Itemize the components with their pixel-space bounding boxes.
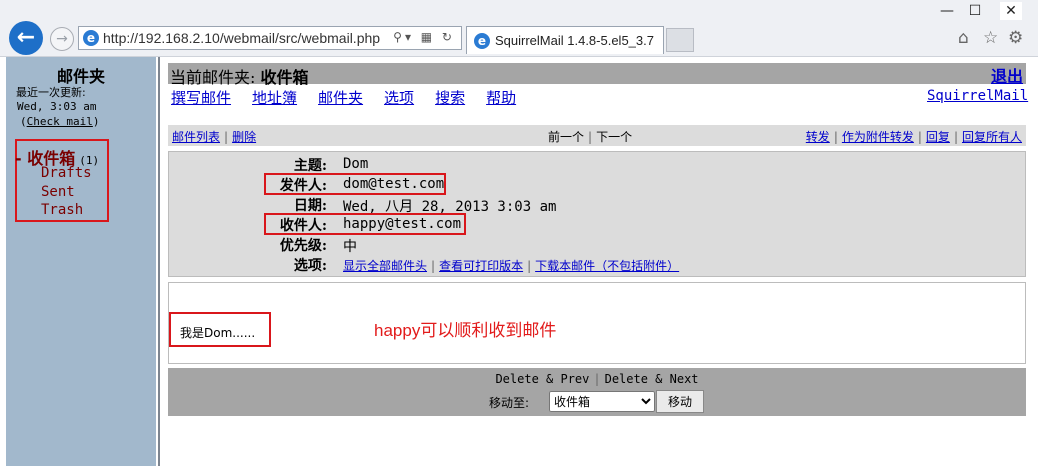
ie-tab-icon: e bbox=[474, 33, 490, 49]
close-icon[interactable]: ✕ bbox=[1000, 2, 1022, 20]
current-folder: 当前邮件夹: 收件箱 bbox=[170, 64, 309, 88]
back-arrow-icon[interactable]: ← bbox=[9, 21, 43, 55]
toolbar-right: 转发 | 作为附件转发 | 回复 | 回复所有人 bbox=[806, 128, 1022, 145]
header-options: 显示全部邮件头 | 查看可打印版本 | 下载本邮件（不包括附件） bbox=[343, 257, 679, 274]
browser-chrome: — ☐ ✕ ← → e http://192.168.2.10/webmail/… bbox=[0, 0, 1038, 57]
home-icon[interactable]: ⌂ bbox=[958, 28, 969, 48]
separator: | bbox=[917, 130, 922, 144]
new-tab-button[interactable] bbox=[666, 28, 694, 52]
ie-page-icon: e bbox=[83, 30, 99, 46]
separator: | bbox=[593, 372, 601, 386]
folder-trash[interactable]: Trash bbox=[41, 202, 83, 218]
nav-folders[interactable]: 邮件夹 bbox=[318, 89, 363, 107]
options-label: 选项: bbox=[293, 258, 327, 274]
minimize-icon[interactable]: — bbox=[936, 2, 958, 20]
browser-tab[interactable]: e SquirrelMail 1.4.8-5.el5_3.7 bbox=[466, 26, 664, 54]
annotation-text: happy可以顺利收到邮件 bbox=[374, 321, 557, 340]
nav-search[interactable]: 搜索 bbox=[435, 89, 465, 107]
to-value: happy@test.com bbox=[343, 216, 462, 232]
message-list-link[interactable]: 邮件列表 bbox=[172, 130, 220, 144]
move-to-select[interactable]: 收件箱 bbox=[549, 391, 655, 412]
from-label: 发件人: bbox=[279, 178, 327, 194]
nav-compose[interactable]: 撰写邮件 bbox=[171, 89, 231, 107]
current-folder-label: 当前邮件夹: bbox=[170, 68, 256, 87]
folder-sent[interactable]: Sent bbox=[41, 184, 75, 200]
bottom-toolbar: Delete & Prev | Delete & Next 移动至: 收件箱 移动 bbox=[168, 368, 1026, 416]
toolbar-left: 邮件列表 | 删除 bbox=[172, 128, 256, 145]
subject-value: Dom bbox=[343, 156, 369, 172]
separator: | bbox=[588, 130, 593, 144]
pane-divider[interactable] bbox=[158, 57, 160, 466]
forward-link[interactable]: 转发 bbox=[806, 130, 830, 144]
forward-arrow-icon[interactable]: → bbox=[50, 27, 74, 51]
move-button[interactable]: 移动 bbox=[656, 390, 704, 413]
logout-link[interactable]: 退出 bbox=[991, 63, 1023, 87]
body-text: 我是Dom...... bbox=[180, 326, 256, 340]
move-to-label: 移动至: bbox=[489, 396, 530, 410]
last-update-label: 最近一次更新: bbox=[16, 86, 86, 99]
separator: | bbox=[527, 259, 532, 273]
current-folder-bar: 当前邮件夹: 收件箱 退出 bbox=[168, 63, 1026, 87]
priority-label: 优先级: bbox=[279, 238, 327, 254]
toolbar-center: 前一个 | 下一个 bbox=[548, 128, 632, 145]
current-folder-name: 收件箱 bbox=[260, 68, 309, 87]
tab-title: SquirrelMail 1.4.8-5.el5_3.7 bbox=[495, 33, 654, 48]
previous-label: 前一个 bbox=[548, 130, 585, 144]
url-text[interactable]: http://192.168.2.10/webmail/src/webmail.… bbox=[103, 30, 380, 46]
printable-version-link[interactable]: 查看可打印版本 bbox=[439, 259, 523, 273]
separator: | bbox=[833, 130, 838, 144]
next-label: 下一个 bbox=[596, 130, 633, 144]
separator: | bbox=[224, 130, 229, 144]
folder-drafts[interactable]: Drafts bbox=[41, 165, 92, 181]
check-mail-link[interactable]: Check mail bbox=[27, 115, 93, 128]
delete-next-link[interactable]: Delete & Next bbox=[605, 372, 699, 386]
nav-addresses[interactable]: 地址簿 bbox=[252, 89, 297, 107]
message-toolbar: 邮件列表 | 删除 前一个 | 下一个 转发 | 作为附件转发 | 回复 | 回复所有人 bbox=[168, 125, 1026, 146]
from-value: dom@test.com bbox=[343, 176, 445, 192]
favorites-star-icon[interactable]: ☆ bbox=[983, 28, 998, 48]
date-label: 日期: bbox=[293, 198, 327, 214]
nav-help[interactable]: 帮助 bbox=[486, 89, 516, 107]
address-bar[interactable]: e http://192.168.2.10/webmail/src/webmai… bbox=[78, 26, 462, 50]
forward-as-attachment-link[interactable]: 作为附件转发 bbox=[842, 130, 914, 144]
main-nav: 撰写邮件 地址簿 邮件夹 选项 搜索 帮助 bbox=[171, 87, 537, 108]
subject-label: 主题: bbox=[293, 158, 327, 174]
inbox-bullet: - bbox=[15, 149, 28, 168]
nav-options[interactable]: 选项 bbox=[384, 89, 414, 107]
message-headers: 主题: Dom 发件人: dom@test.com 日期: Wed, 八月 28… bbox=[168, 151, 1026, 277]
settings-gear-icon[interactable]: ⚙ bbox=[1008, 28, 1023, 48]
priority-value: 中 bbox=[343, 239, 357, 255]
delete-nav: Delete & Prev | Delete & Next bbox=[168, 372, 1026, 386]
delete-prev-link[interactable]: Delete & Prev bbox=[495, 372, 589, 386]
separator: | bbox=[953, 130, 958, 144]
to-label: 收件人: bbox=[279, 218, 327, 234]
address-tools-icons[interactable]: ⚲▾ ▦ ↻ bbox=[393, 30, 455, 44]
folder-pane: 邮件夹 最近一次更新: Wed, 3:03 am (Check mail) - … bbox=[6, 57, 156, 466]
maximize-icon[interactable]: ☐ bbox=[964, 2, 986, 20]
download-message-link[interactable]: 下载本邮件（不包括附件） bbox=[535, 259, 679, 273]
message-body: 我是Dom...... happy可以顺利收到邮件 bbox=[168, 282, 1026, 364]
delete-link[interactable]: 删除 bbox=[232, 130, 256, 144]
squirrelmail-link[interactable]: SquirrelMail bbox=[927, 88, 1028, 104]
reply-link[interactable]: 回复 bbox=[926, 130, 950, 144]
check-mail: (Check mail) bbox=[20, 115, 100, 128]
reply-all-link[interactable]: 回复所有人 bbox=[962, 130, 1022, 144]
last-update-time: Wed, 3:03 am bbox=[17, 100, 97, 113]
view-full-header-link[interactable]: 显示全部邮件头 bbox=[343, 259, 427, 273]
separator: | bbox=[431, 259, 436, 273]
